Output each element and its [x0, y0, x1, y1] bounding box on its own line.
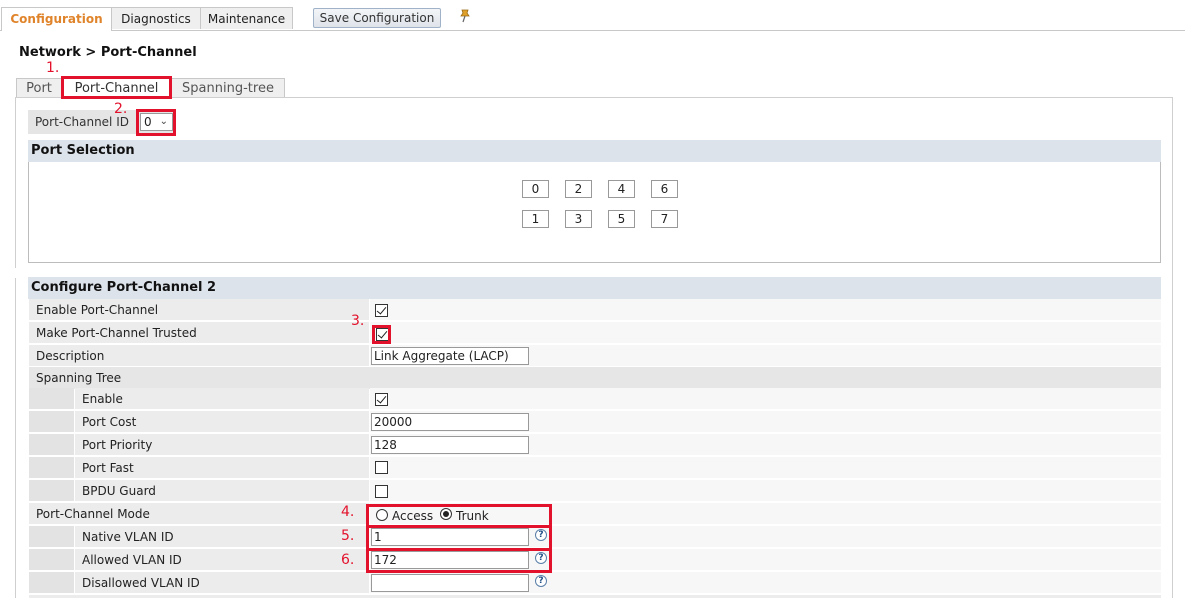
annotation-box-2 [136, 109, 176, 136]
indent-spacer [29, 434, 74, 456]
description-label: Description [29, 345, 369, 367]
st-enable-cell [370, 388, 1161, 410]
disallowed-vlan-label: Disallowed VLAN ID [75, 572, 369, 594]
port-channel-id-label: Port-Channel ID [35, 115, 129, 129]
annotation-box-1 [61, 76, 172, 99]
annotation-number-2: 2. [114, 101, 128, 117]
bpdu-guard-cell [370, 480, 1161, 502]
st-enable-checkbox[interactable] [375, 393, 388, 406]
trusted-label: Make Port-Channel Trusted [29, 322, 369, 344]
pin-icon[interactable] [458, 9, 472, 23]
tab-diagnostics[interactable]: Diagnostics [111, 7, 201, 29]
port-button-0[interactable]: 0 [522, 180, 549, 198]
indent-spacer [29, 526, 74, 548]
port-button-3[interactable]: 3 [565, 210, 592, 228]
enable-port-channel-checkbox[interactable] [375, 304, 388, 317]
indent-spacer [29, 480, 74, 502]
configure-port-channel-header: Configure Port-Channel 2 [28, 277, 1161, 299]
annotation-box-6 [366, 548, 552, 573]
port-selection-header: Port Selection [28, 140, 1161, 162]
top-navigation-bar: Configuration Diagnostics Maintenance Sa… [0, 0, 1185, 31]
port-button-2[interactable]: 2 [565, 180, 592, 198]
help-icon[interactable]: ? [535, 575, 547, 587]
native-vlan-label: Native VLAN ID [75, 526, 369, 548]
bpdu-guard-label: BPDU Guard [75, 480, 369, 502]
port-fast-label: Port Fast [75, 457, 369, 479]
bpdu-guard-checkbox[interactable] [375, 485, 388, 498]
port-selection-area [28, 162, 1161, 263]
port-button-6[interactable]: 6 [651, 180, 678, 198]
enable-port-channel-cell [370, 299, 1161, 321]
indent-spacer [29, 457, 74, 479]
subtab-spanning-tree[interactable]: Spanning-tree [171, 78, 285, 98]
subtab-port[interactable]: Port [16, 78, 62, 98]
allowed-vlan-label: Allowed VLAN ID [75, 549, 369, 571]
description-input[interactable]: Link Aggregate (LACP) [371, 347, 529, 365]
panel-gap [0, 268, 28, 278]
breadcrumb: Network > Port-Channel [19, 45, 197, 60]
annotation-number-4: 4. [341, 504, 355, 520]
mode-label: Port-Channel Mode [29, 503, 369, 525]
annotation-number-3: 3. [351, 313, 365, 329]
save-configuration-button[interactable]: Save Configuration [313, 8, 441, 28]
tab-configuration[interactable]: Configuration [1, 7, 112, 31]
port-priority-input[interactable]: 128 [371, 436, 529, 454]
indent-spacer [29, 388, 74, 410]
port-button-1[interactable]: 1 [522, 210, 549, 228]
tab-maintenance[interactable]: Maintenance [200, 7, 293, 29]
port-button-5[interactable]: 5 [608, 210, 635, 228]
disallowed-vlan-input[interactable] [371, 574, 529, 592]
port-priority-label: Port Priority [75, 434, 369, 456]
port-button-7[interactable]: 7 [651, 210, 678, 228]
annotation-box-3 [372, 325, 391, 344]
port-cost-input[interactable]: 20000 [371, 413, 529, 431]
enable-port-channel-label: Enable Port-Channel [29, 299, 369, 321]
port-fast-cell [370, 457, 1161, 479]
indent-spacer [29, 411, 74, 433]
annotation-number-6: 6. [341, 552, 355, 568]
indent-spacer [29, 572, 74, 594]
port-fast-checkbox[interactable] [375, 461, 388, 474]
trusted-cell [370, 322, 1161, 344]
indent-spacer [29, 549, 74, 571]
annotation-number-1: 1. [46, 60, 60, 76]
st-enable-label: Enable [75, 388, 369, 410]
annotation-number-5: 5. [341, 528, 355, 544]
port-cost-label: Port Cost [75, 411, 369, 433]
port-button-4[interactable]: 4 [608, 180, 635, 198]
spanning-tree-section-label: Spanning Tree [29, 367, 1161, 389]
